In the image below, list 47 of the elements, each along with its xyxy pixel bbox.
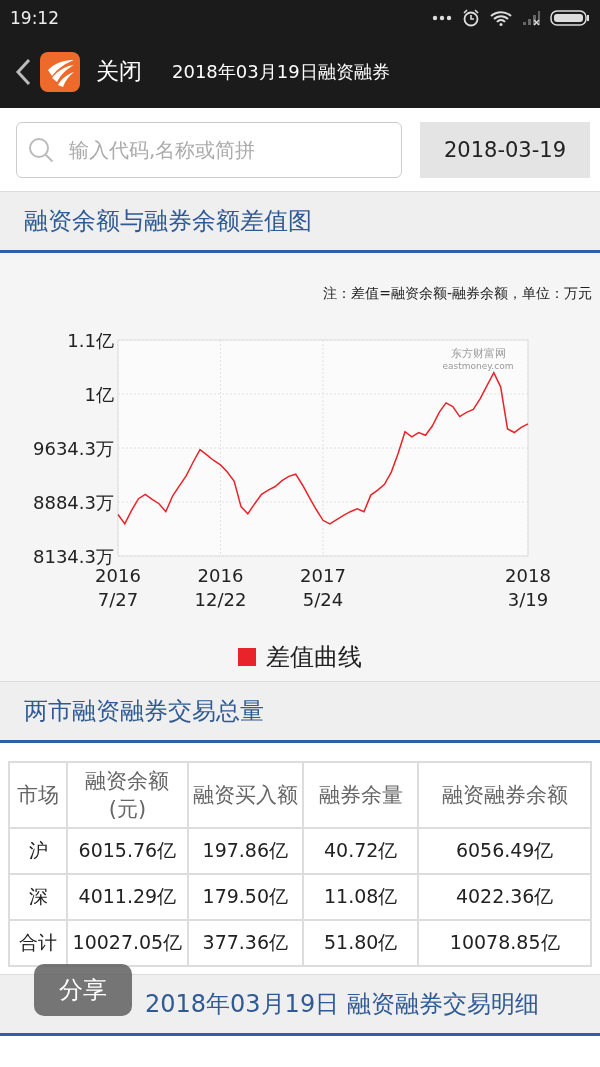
app-logo-icon <box>40 51 80 92</box>
table-cell: 深 <box>9 874 68 920</box>
page-title: 2018年03月19日融资融券 <box>172 59 390 84</box>
y-axis-label: 8134.3万 <box>33 546 114 567</box>
battery-icon <box>550 9 590 26</box>
y-axis-label: 8884.3万 <box>33 492 114 513</box>
section-title: 2018年03月19日 融资融券交易明细 <box>145 989 539 1020</box>
table-cell: 40.72亿 <box>303 828 419 874</box>
more-dots-icon <box>432 14 452 21</box>
table-cell: 11.08亿 <box>303 874 419 920</box>
alarm-clock-icon <box>462 8 480 27</box>
back-button[interactable] <box>14 56 32 87</box>
table-cell: 197.86亿 <box>187 828 303 874</box>
section-title: 两市融资融券交易总量 <box>24 696 264 727</box>
column-header: 市场 <box>9 762 68 828</box>
signal-icon <box>522 9 540 26</box>
table-cell: 10078.85亿 <box>418 920 591 966</box>
share-button[interactable]: 分享 <box>34 964 132 1016</box>
x-axis-label: 2018 3/19 <box>505 565 551 610</box>
wifi-icon <box>490 9 512 26</box>
table-cell: 51.80亿 <box>303 920 419 966</box>
table-cell: 377.36亿 <box>187 920 303 966</box>
column-header: 融资余额(元) <box>67 762 188 828</box>
y-axis-label: 9634.3万 <box>33 438 114 459</box>
column-header: 融券余量 <box>303 762 419 828</box>
y-axis-label: 1.1亿 <box>67 330 114 351</box>
table-cell: 179.50亿 <box>187 874 303 920</box>
table-cell: 沪 <box>9 828 68 874</box>
status-time: 19:12 <box>10 7 59 28</box>
column-header: 融资买入额 <box>187 762 303 828</box>
legend-label: 差值曲线 <box>266 642 362 673</box>
table-cell: 4022.36亿 <box>418 874 591 920</box>
table-cell: 6056.49亿 <box>418 828 591 874</box>
x-axis-label: 2017 5/24 <box>300 565 346 610</box>
search-icon <box>28 136 54 163</box>
section-title: 融资余额与融券余额差值图 <box>24 206 312 237</box>
y-axis-label: 1亿 <box>84 384 114 405</box>
x-axis-label: 2016 7/27 <box>95 565 141 610</box>
close-button[interactable]: 关闭 <box>96 56 142 87</box>
chart-note: 注：差值=融资余额-融券余额，单位：万元 <box>323 285 592 301</box>
search-field[interactable]: 输入代码,名称或简拼 <box>16 121 402 178</box>
x-axis-label: 2016 12/22 <box>194 565 247 610</box>
date-picker-button[interactable]: 2018-03-19 <box>420 121 590 178</box>
table-cell: 4011.29亿 <box>67 874 188 920</box>
column-header: 融资融券余额 <box>418 762 591 828</box>
chart-source-logo: 东方财富网 eastmoney.com <box>442 347 514 371</box>
table-cell: 6015.76亿 <box>67 828 188 874</box>
